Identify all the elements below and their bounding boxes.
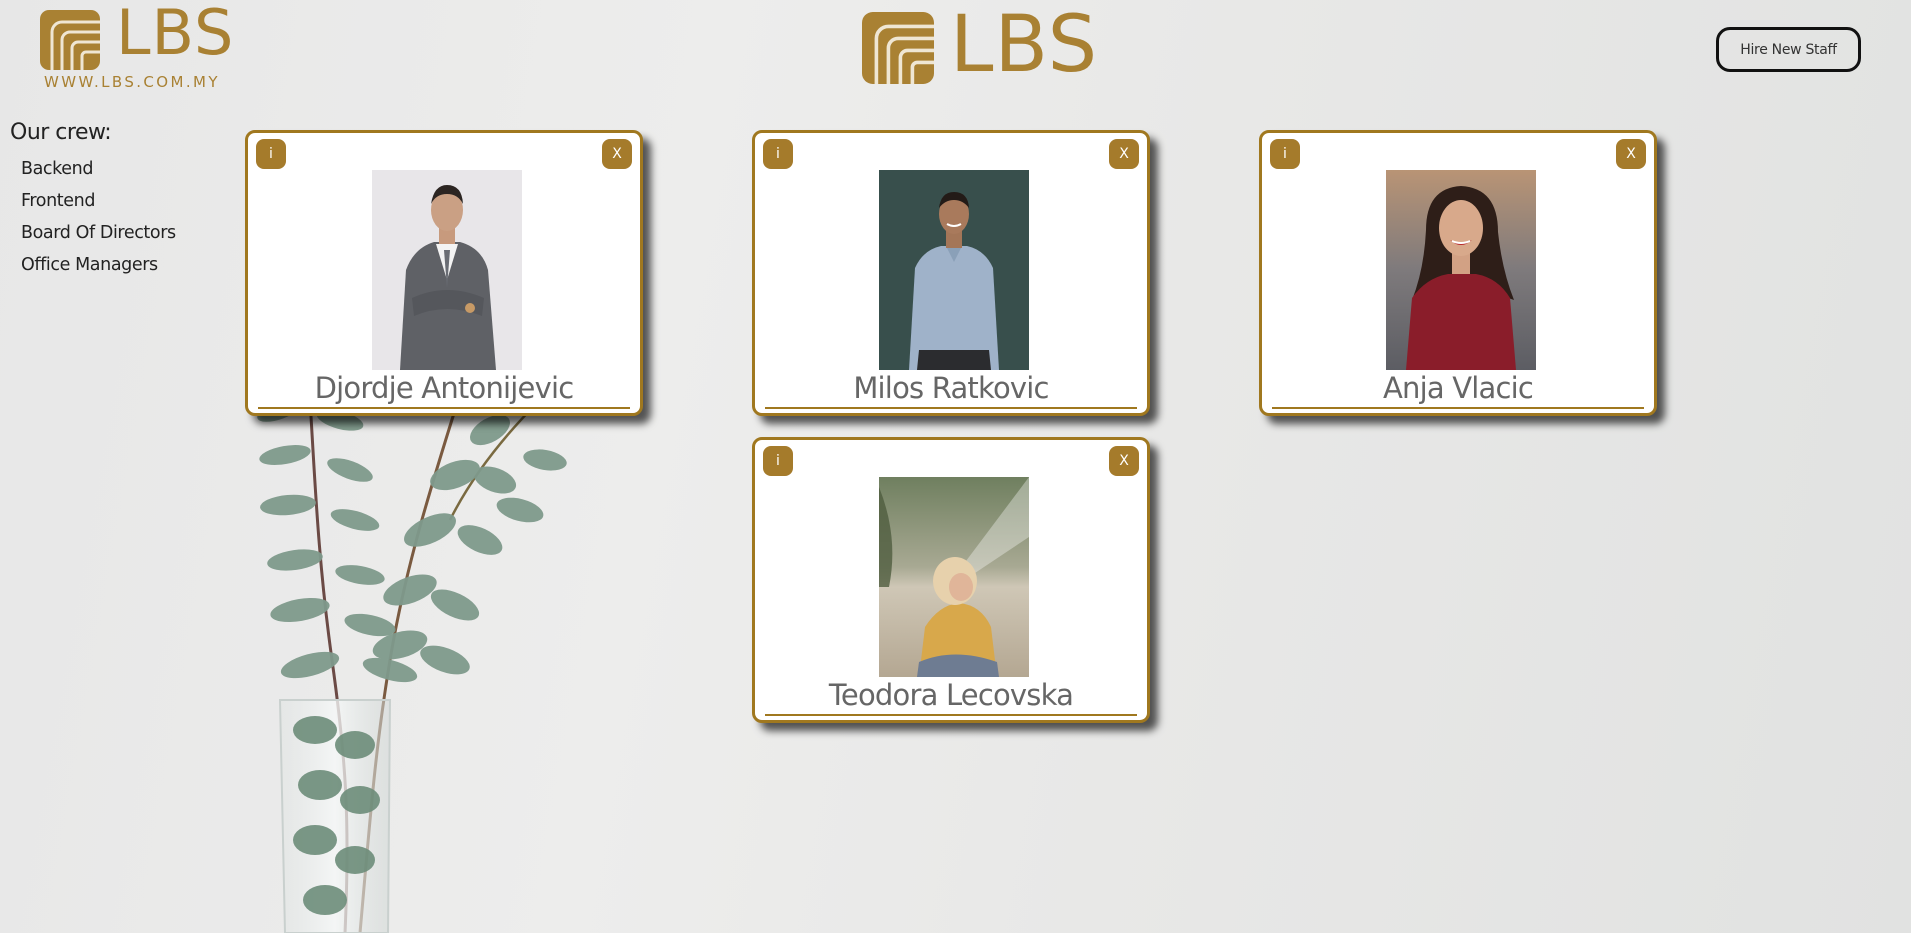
staff-card: i X Teodora Lecovska	[752, 437, 1150, 723]
info-button[interactable]: i	[763, 446, 793, 476]
staff-photo	[372, 170, 522, 370]
info-button[interactable]: i	[1270, 139, 1300, 169]
staff-photo	[879, 170, 1029, 370]
lbs-logo-brand-text: LBS	[116, 0, 235, 69]
close-button[interactable]: X	[1616, 139, 1646, 169]
staff-card: i X Anja Vlacic	[1259, 130, 1657, 416]
staff-name: Anja Vlacic	[1272, 369, 1644, 409]
staff-card: i X Djordje Antonijevic	[245, 130, 643, 416]
close-button[interactable]: X	[1109, 139, 1139, 169]
lbs-logo-mark-icon	[862, 12, 934, 84]
plant-vase-decoration	[257, 400, 567, 933]
crew-title: Our crew:	[10, 120, 112, 145]
close-button[interactable]: X	[602, 139, 632, 169]
close-button[interactable]: X	[1109, 446, 1139, 476]
crew-item-frontend[interactable]: Frontend	[21, 190, 176, 222]
staff-name: Milos Ratkovic	[765, 369, 1137, 409]
crew-category-list: Backend Frontend Board Of Directors Offi…	[21, 158, 176, 286]
staff-photo	[879, 477, 1029, 677]
staff-photo	[1386, 170, 1536, 370]
crew-item-backend[interactable]: Backend	[21, 158, 176, 190]
staff-name: Teodora Lecovska	[765, 676, 1137, 716]
crew-item-board-of-directors[interactable]: Board Of Directors	[21, 222, 176, 254]
info-button[interactable]: i	[256, 139, 286, 169]
lbs-logo-center-brand-text: LBS	[950, 0, 1099, 90]
staff-name: Djordje Antonijevic	[258, 369, 630, 409]
lbs-logo-mark-icon	[40, 10, 100, 70]
info-button[interactable]: i	[763, 139, 793, 169]
lbs-logo-url: WWW.LBS.COM.MY	[44, 73, 220, 91]
hire-new-staff-button[interactable]: Hire New Staff	[1716, 27, 1861, 72]
staff-card: i X Milos Ratkovic	[752, 130, 1150, 416]
lbs-logo-center: LBS	[862, 6, 1097, 90]
crew-item-office-managers[interactable]: Office Managers	[21, 254, 176, 286]
lbs-logo-small[interactable]: LBS WWW.LBS.COM.MY	[40, 2, 240, 95]
